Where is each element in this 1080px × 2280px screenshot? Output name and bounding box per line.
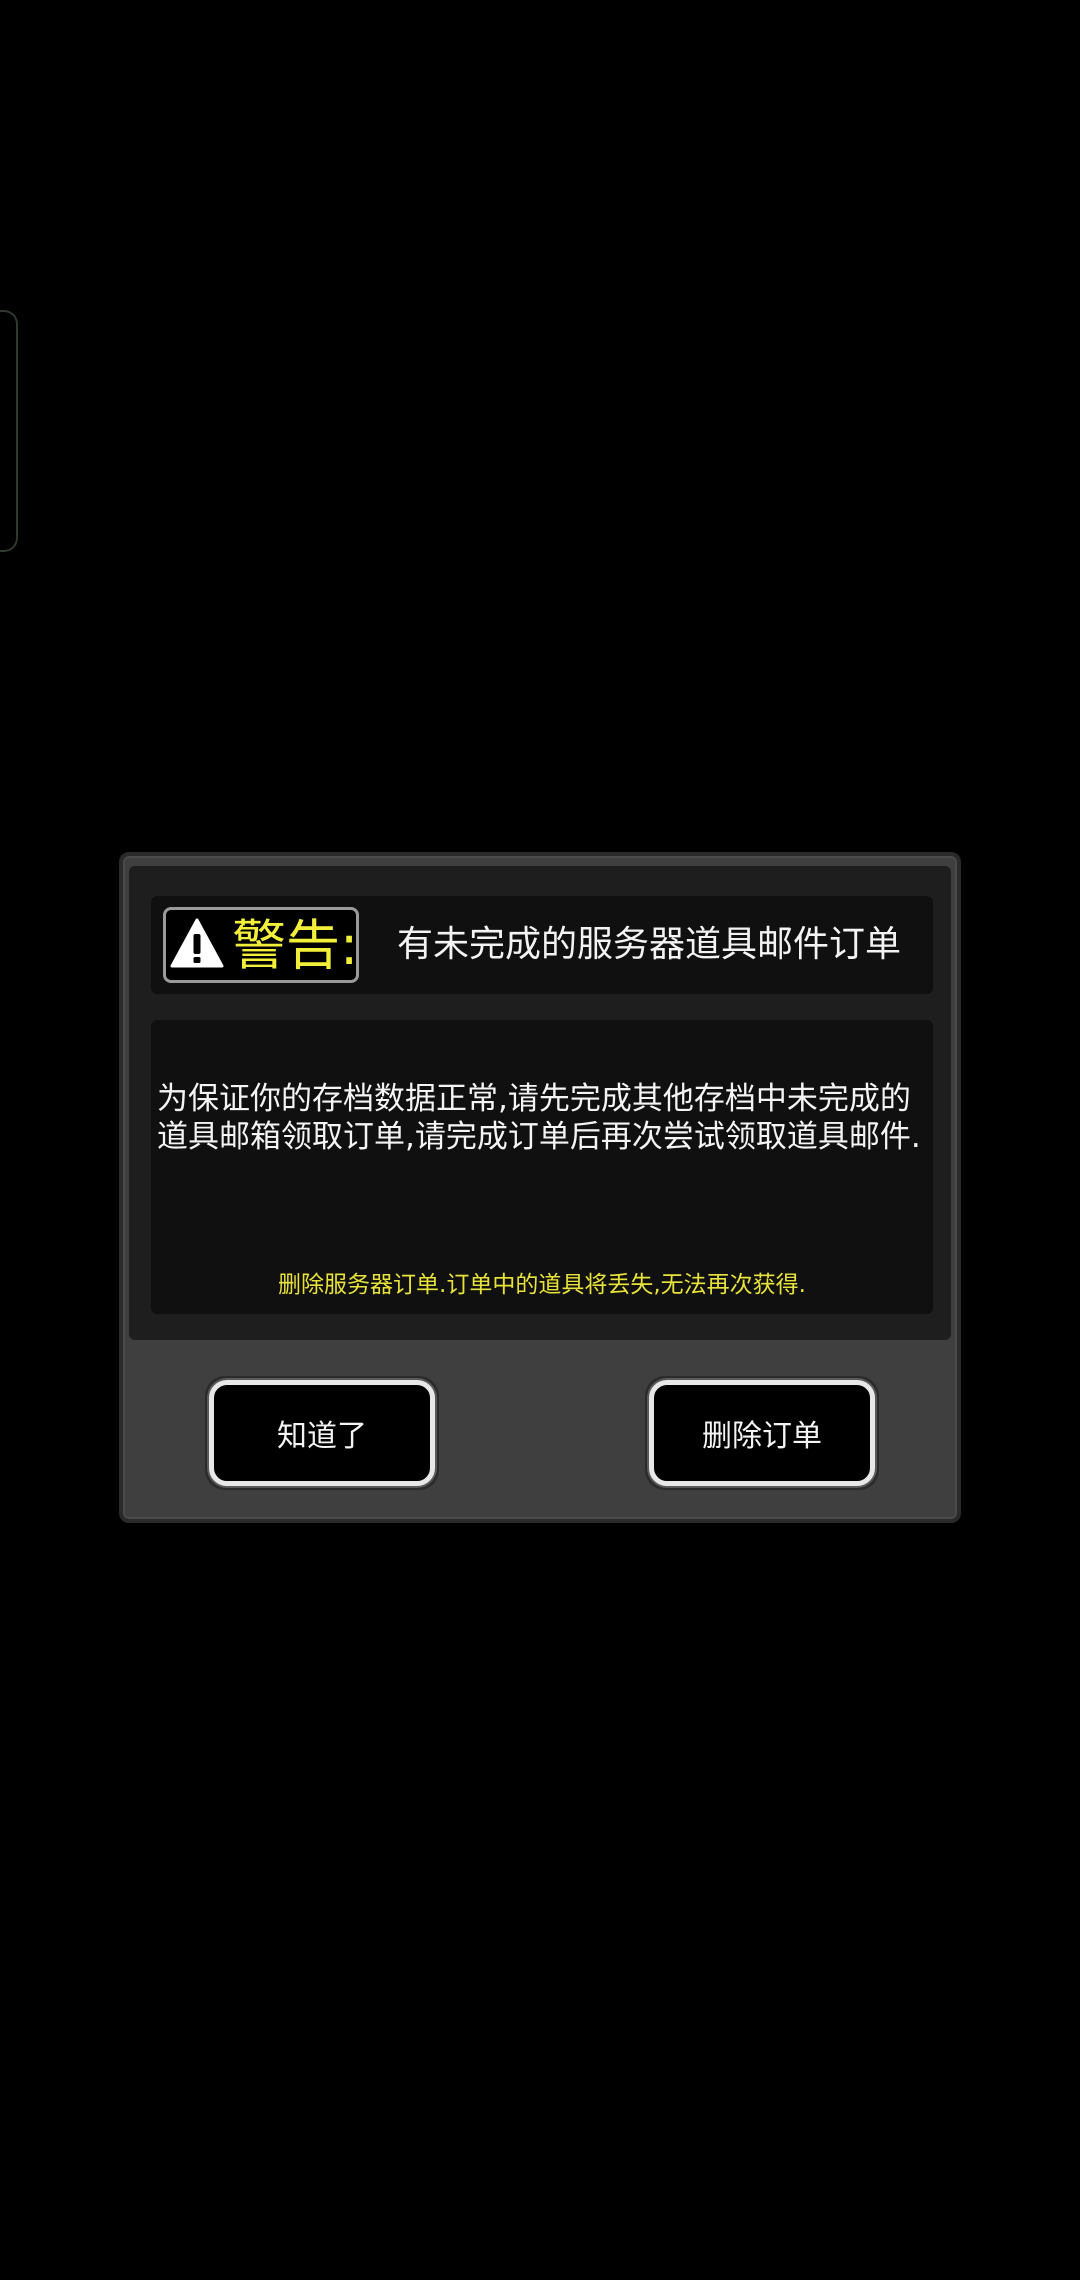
dialog-content-area: 警告: 有未完成的服务器道具邮件订单 为保证你的存档数据正常,请先完成其他存档中… <box>129 866 951 1340</box>
warning-label: 警告: <box>232 914 359 977</box>
delete-order-button[interactable]: 删除订单 <box>645 1376 879 1490</box>
warning-dialog: 警告: 有未完成的服务器道具邮件订单 为保证你的存档数据正常,请先完成其他存档中… <box>119 852 961 1523</box>
screen: 警告: 有未完成的服务器道具邮件订单 为保证你的存档数据正常,请先完成其他存档中… <box>0 0 1080 2280</box>
side-edge-handle[interactable] <box>0 310 18 552</box>
warning-badge: 警告: <box>163 907 359 983</box>
acknowledge-button-label: 知道了 <box>209 1380 435 1486</box>
delete-order-button-label: 删除订单 <box>649 1380 875 1486</box>
dialog-header: 警告: 有未完成的服务器道具邮件订单 <box>151 896 933 994</box>
acknowledge-button[interactable]: 知道了 <box>205 1376 439 1490</box>
message-panel: 为保证你的存档数据正常,请先完成其他存档中未完成的道具邮箱领取订单,请完成订单后… <box>151 1020 933 1314</box>
dialog-message: 为保证你的存档数据正常,请先完成其他存档中未完成的道具邮箱领取订单,请完成订单后… <box>157 1081 921 1155</box>
delete-warning-note: 删除服务器订单.订单中的道具将丢失,无法再次获得. <box>278 1272 806 1298</box>
dialog-title: 有未完成的服务器道具邮件订单 <box>397 924 902 965</box>
warning-triangle-icon <box>170 918 224 968</box>
